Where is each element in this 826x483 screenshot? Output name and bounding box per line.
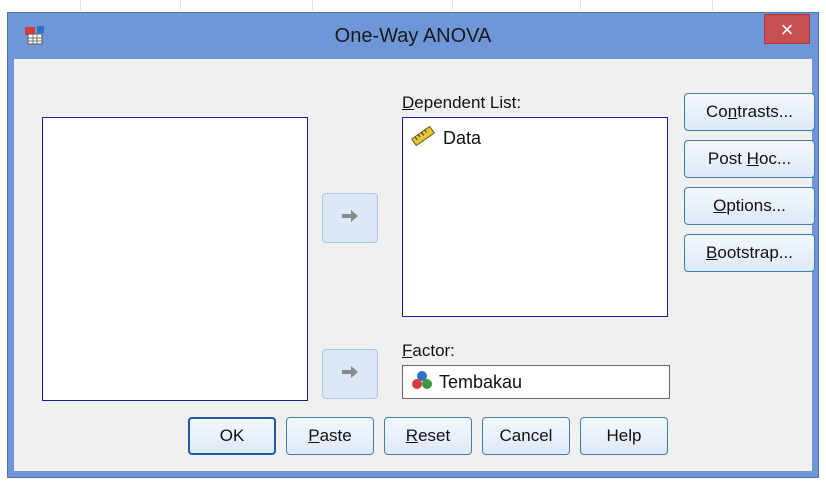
- ok-button[interactable]: OK: [188, 417, 276, 455]
- contrasts-button[interactable]: Contrasts...: [684, 93, 815, 131]
- arrow-right-icon: [341, 365, 359, 384]
- dependent-list[interactable]: Data: [402, 117, 668, 317]
- move-to-dependent-button[interactable]: [322, 193, 378, 243]
- help-button[interactable]: Help: [580, 417, 668, 455]
- dialog-title: One-Way ANOVA: [334, 25, 492, 47]
- move-to-factor-button[interactable]: [322, 349, 378, 399]
- factor-field[interactable]: Tembakau: [402, 365, 670, 399]
- paste-button[interactable]: Paste: [286, 417, 374, 455]
- post-hoc-button[interactable]: Post Hoc...: [684, 140, 815, 178]
- one-way-anova-dialog: One-Way ANOVA × Dependent List: Data Fac…: [7, 12, 819, 478]
- bootstrap-button[interactable]: Bootstrap...: [684, 234, 815, 272]
- reset-button[interactable]: Reset: [384, 417, 472, 455]
- dependent-item-label: Data: [443, 128, 482, 148]
- ruler-scale-icon: [410, 125, 436, 151]
- dependent-list-item[interactable]: Data: [410, 125, 482, 151]
- close-button[interactable]: ×: [764, 14, 810, 44]
- cancel-button[interactable]: Cancel: [482, 417, 570, 455]
- dialog-body: Dependent List: Data Factor: Tembakau Co…: [14, 59, 815, 471]
- factor-value: Tembakau: [439, 371, 523, 392]
- arrow-right-icon: [341, 209, 359, 228]
- dependent-list-label: Dependent List:: [402, 93, 522, 112]
- title-bar: One-Way ANOVA ×: [8, 13, 818, 58]
- nominal-variable-icon: [411, 370, 433, 395]
- factor-label: Factor:: [402, 341, 455, 360]
- options-button[interactable]: Options...: [684, 187, 815, 225]
- source-variable-list[interactable]: [42, 117, 308, 401]
